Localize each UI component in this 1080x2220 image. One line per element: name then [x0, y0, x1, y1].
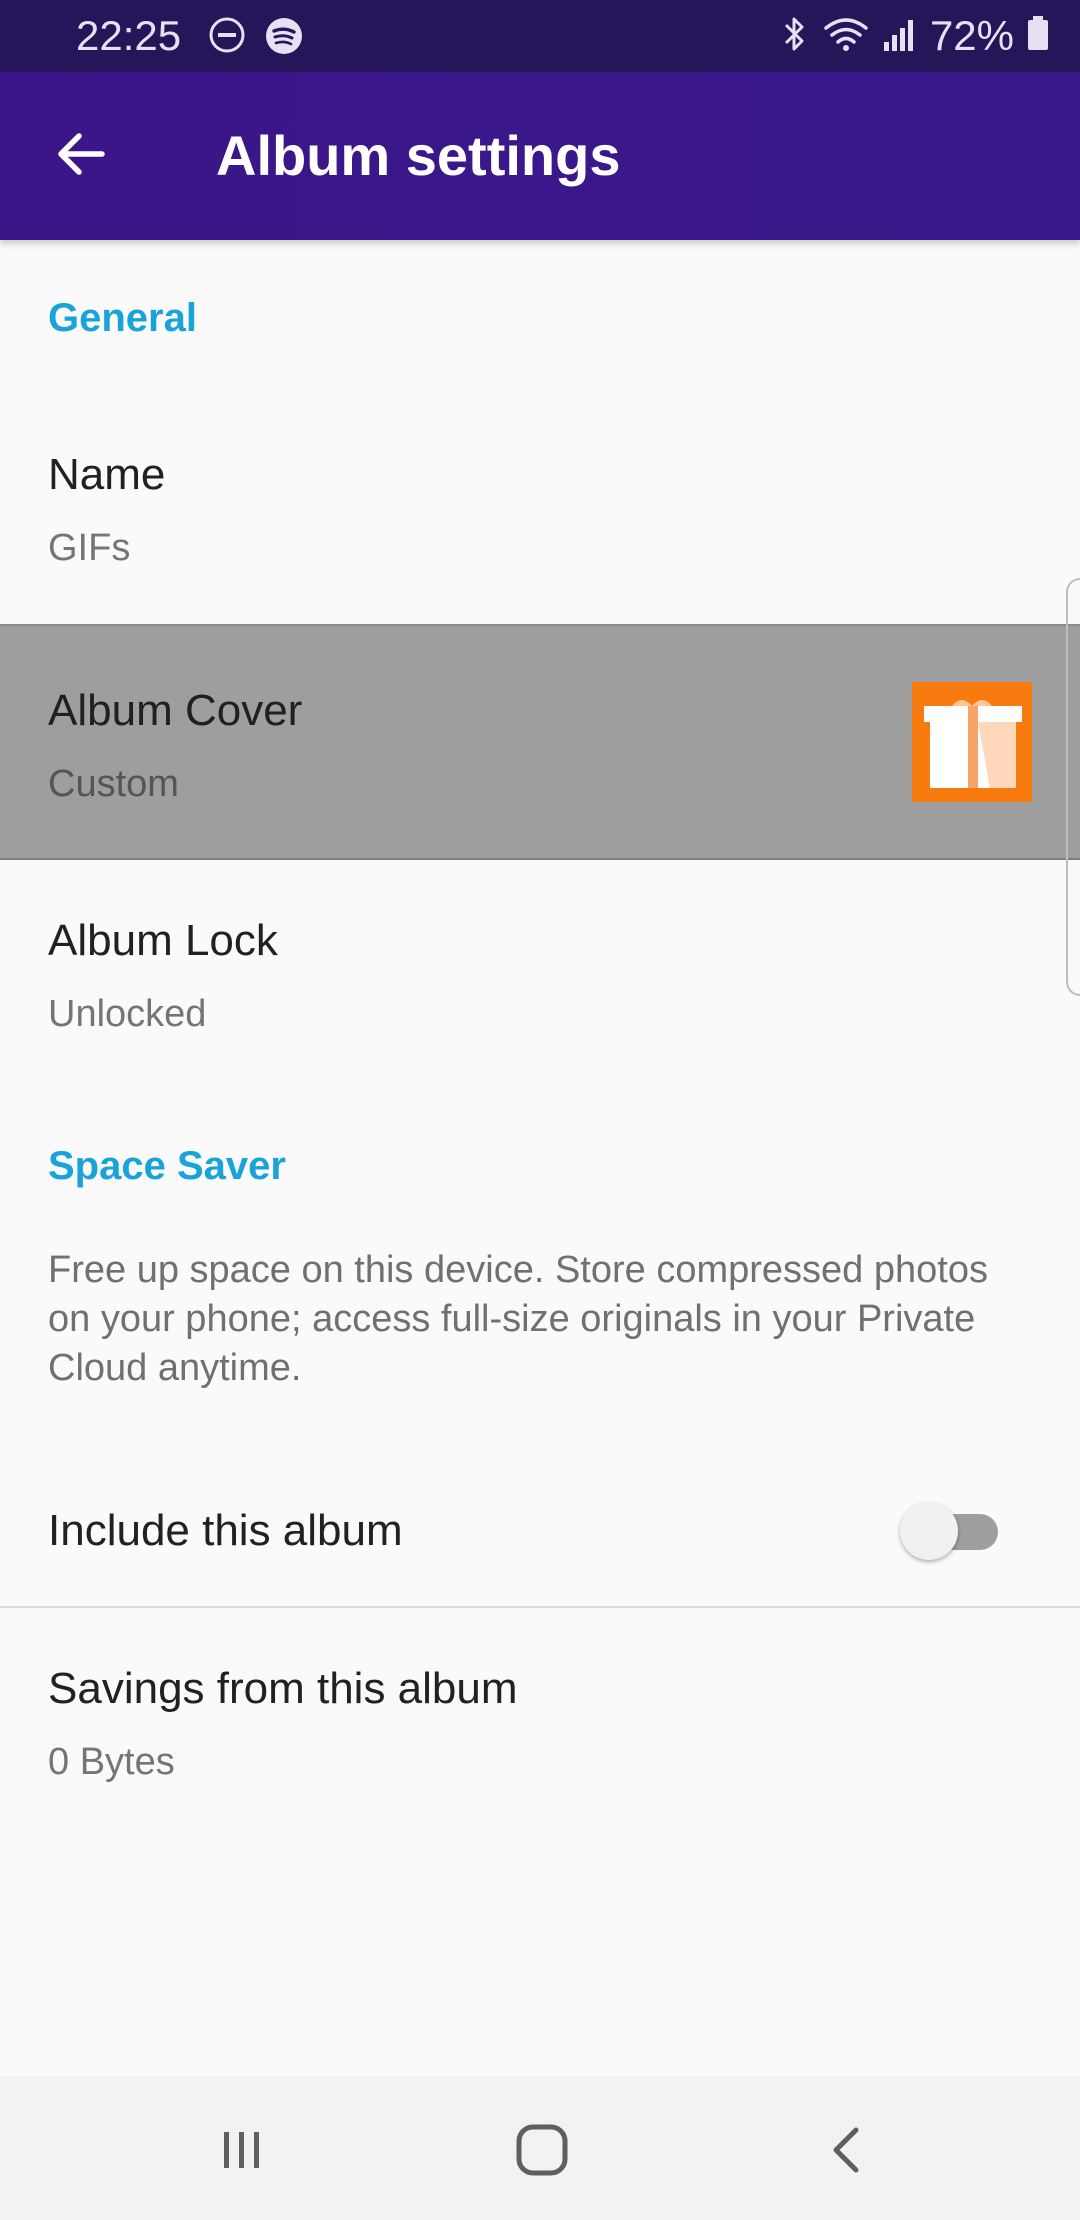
- section-header-space-saver: Space Saver: [48, 1144, 286, 1188]
- status-bar: 22:25 72%: [0, 0, 1080, 72]
- status-time: 22:25: [76, 12, 182, 59]
- setting-value: GIFs: [48, 527, 131, 569]
- app-bar: Album settings: [0, 72, 1080, 240]
- recent-apps-button[interactable]: [202, 2112, 282, 2192]
- spotify-icon: [264, 16, 304, 61]
- space-saver-description: Free up space on this device. Store comp…: [48, 1249, 988, 1389]
- home-button[interactable]: [502, 2112, 582, 2192]
- setting-title: Savings from this album: [48, 1664, 518, 1713]
- include-album-toggle[interactable]: [900, 1500, 1004, 1560]
- toggle-thumb: [900, 1502, 958, 1560]
- page-title: Album settings: [216, 124, 621, 187]
- status-right: 72%: [778, 10, 1050, 62]
- setting-title: Album Cover: [48, 686, 303, 735]
- setting-name[interactable]: Name GIFs: [0, 436, 1080, 624]
- navigation-bar: [0, 2076, 1080, 2220]
- back-button[interactable]: [44, 120, 116, 192]
- setting-album-lock[interactable]: Album Lock Unlocked: [0, 858, 1080, 1078]
- bluetooth-icon: [778, 14, 810, 59]
- setting-title: Name: [48, 450, 166, 499]
- setting-value: 0 Bytes: [48, 1741, 175, 1783]
- signal-icon: [882, 14, 918, 59]
- setting-album-cover[interactable]: Album Cover Custom: [0, 624, 1080, 860]
- setting-title: Album Lock: [48, 916, 278, 965]
- setting-title: Include this album: [48, 1506, 403, 1555]
- status-left-icons: [208, 16, 304, 61]
- home-icon: [512, 2120, 572, 2185]
- arrow-left-icon: [52, 126, 108, 187]
- battery-percent: 72%: [929, 12, 1014, 59]
- battery-icon: [1026, 14, 1050, 59]
- section-header-general: General: [48, 296, 197, 340]
- setting-savings[interactable]: Savings from this album 0 Bytes: [0, 1610, 1080, 1810]
- album-cover-thumbnail: [912, 682, 1032, 802]
- recent-apps-icon: [214, 2122, 270, 2183]
- gift-icon: [912, 682, 1032, 806]
- back-icon: [820, 2122, 876, 2183]
- wifi-icon: [822, 14, 870, 59]
- system-back-button[interactable]: [808, 2112, 888, 2192]
- divider: [0, 1606, 1080, 1608]
- setting-value: Unlocked: [48, 993, 207, 1035]
- do-not-disturb-icon: [208, 16, 246, 61]
- setting-value: Custom: [48, 763, 179, 805]
